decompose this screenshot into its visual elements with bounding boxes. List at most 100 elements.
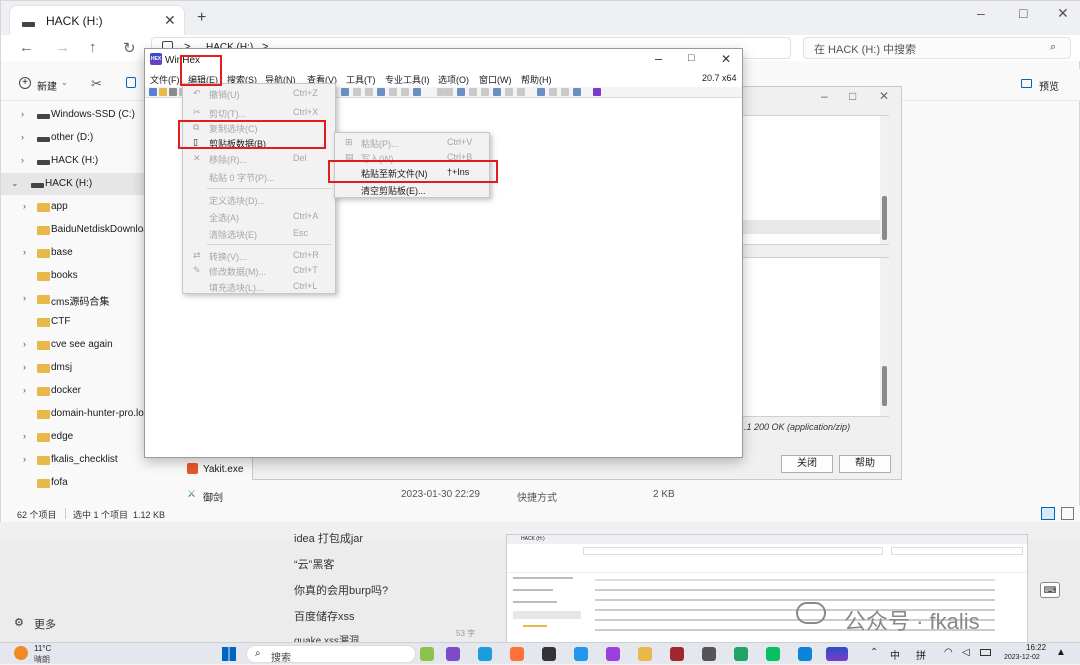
chevron-right-icon[interactable]: › — [23, 339, 26, 349]
toolbar-icon[interactable] — [169, 88, 177, 96]
weather-icon[interactable] — [14, 646, 28, 660]
winhex-menu-item[interactable]: 窗口(W) — [479, 73, 512, 86]
chevron-right-icon[interactable]: › — [21, 132, 24, 142]
winhex-close-button[interactable]: ✕ — [721, 52, 731, 66]
dialog-minimize-button[interactable]: – — [821, 89, 828, 103]
article-link[interactable]: “云”黑客 — [294, 556, 334, 572]
firefox-icon[interactable] — [510, 647, 524, 661]
app-icon[interactable] — [420, 647, 434, 661]
clock-time[interactable]: 16:22 — [1026, 643, 1046, 652]
toolbar-icon[interactable] — [493, 88, 501, 96]
cut-icon[interactable]: ✂ — [91, 76, 102, 92]
close-tab-icon[interactable]: ✕ — [164, 12, 176, 29]
scrollbar-thumb[interactable] — [882, 366, 887, 406]
article-link[interactable]: 你真的会用burp吗? — [294, 582, 388, 598]
edge-icon[interactable] — [478, 647, 492, 661]
scrollbar-thumb[interactable] — [882, 196, 887, 240]
tiles-view-icon[interactable] — [1061, 507, 1074, 520]
keyboard-icon[interactable]: ⌨ — [1040, 582, 1060, 598]
toolbar-icon[interactable] — [505, 88, 513, 96]
docker-icon[interactable] — [574, 647, 588, 661]
toolbar-icon[interactable] — [365, 88, 373, 96]
chevron-right-icon[interactable]: › — [21, 155, 24, 165]
chevron-right-icon[interactable]: › — [23, 385, 26, 395]
clipboard-menu-item[interactable]: ⊞ 粘贴(P)... Ctrl+V — [335, 134, 489, 150]
chevron-up-icon[interactable]: ⌃ — [870, 647, 878, 658]
forward-arrow-icon[interactable]: → — [55, 39, 70, 56]
winhex-menu-item[interactable]: 专业工具(I) — [385, 73, 430, 86]
taskbar-search[interactable]: ⌕ 搜索 — [246, 645, 416, 664]
toolbar-icon[interactable] — [561, 88, 569, 96]
copy-icon[interactable] — [126, 77, 136, 88]
settings-icon[interactable]: ⚙ — [14, 616, 24, 629]
chevron-right-icon[interactable]: › — [23, 454, 26, 464]
close-button[interactable]: ✕ — [1057, 5, 1069, 22]
weather-temp[interactable]: 11°C — [34, 644, 51, 653]
toolbar-icon[interactable] — [517, 88, 525, 96]
back-arrow-icon[interactable]: ← — [19, 39, 34, 56]
chevron-right-icon[interactable]: › — [23, 293, 26, 303]
toolbar-icon[interactable] — [437, 88, 445, 96]
winhex-menu-item[interactable]: 帮助(H) — [521, 73, 552, 86]
winhex-menu-item[interactable]: 文件(F) — [150, 73, 180, 86]
app-icon[interactable] — [702, 647, 716, 661]
new-tab-button[interactable]: + — [197, 9, 206, 27]
toolbar-icon[interactable] — [445, 88, 453, 96]
winrar-icon[interactable] — [670, 647, 684, 661]
toolbar-icon[interactable] — [481, 88, 489, 96]
scrollbar[interactable] — [880, 116, 889, 244]
toolbar-icon[interactable] — [413, 88, 421, 96]
edit-menu-item[interactable]: ✂ 剪切(T)... Ctrl+X — [183, 104, 335, 120]
edit-menu-item[interactable]: 清除选块(E) Esc — [183, 225, 335, 241]
dialog-close-button[interactable]: ✕ — [879, 89, 889, 103]
toolbar-icon[interactable] — [573, 88, 581, 96]
wifi-icon[interactable]: ◠ — [944, 647, 953, 658]
toolbar-icon[interactable] — [389, 88, 397, 96]
close-dialog-button[interactable]: 关闭 — [781, 455, 833, 473]
dialog-maximize-button[interactable]: □ — [849, 89, 856, 103]
edit-menu-item[interactable]: 全选(A) Ctrl+A — [183, 208, 335, 224]
weather-desc[interactable]: 晴朗 — [34, 654, 50, 665]
toolbar-icon[interactable] — [549, 88, 557, 96]
app-icon[interactable] — [798, 647, 812, 661]
winhex-menu-item[interactable]: 工具(T) — [346, 73, 376, 86]
edit-menu-item[interactable]: 定义选块(D)... — [183, 191, 335, 207]
toolbar-icon[interactable] — [593, 88, 601, 96]
edit-menu-item[interactable]: ↶ 撤销(U) Ctrl+Z — [183, 85, 335, 101]
ime-pinyin[interactable]: 拼 — [916, 647, 926, 662]
toolbar-icon[interactable] — [353, 88, 361, 96]
refresh-icon[interactable]: ↻ — [123, 39, 136, 57]
edit-menu-item[interactable]: 粘贴 0 字节(P)... — [183, 168, 335, 184]
toolbar-icon[interactable] — [149, 88, 157, 96]
article-link[interactable]: idea 打包成jar — [294, 530, 363, 546]
more-link[interactable]: 更多 — [34, 616, 56, 632]
edit-menu-item[interactable]: ⇄ 转换(V)... Ctrl+R — [183, 247, 335, 263]
chevron-down-icon[interactable]: ⌄ — [11, 178, 19, 189]
app-icon[interactable] — [606, 647, 620, 661]
notification-bell-icon[interactable]: ▲ — [1056, 647, 1066, 658]
toolbar-icon[interactable] — [537, 88, 545, 96]
winhex-menu-item[interactable]: 选项(O) — [438, 73, 469, 86]
minimize-button[interactable]: – — [977, 5, 985, 21]
ime-mode[interactable]: 中 — [890, 647, 900, 662]
toolbar-icon[interactable] — [457, 88, 465, 96]
wechat-icon[interactable] — [766, 647, 780, 661]
clipboard-menu-item[interactable]: 清空剪贴板(E)... — [335, 181, 489, 197]
toolbar-icon[interactable] — [341, 88, 349, 96]
visual-studio-icon[interactable] — [446, 647, 460, 661]
sidebar-item[interactable]: fofa — [1, 472, 179, 494]
file-row[interactable]: ⚔ 御剑 2023-01-30 22:29 快捷方式 2 KB — [185, 485, 1065, 505]
article-link[interactable]: 百度储存xss — [294, 608, 355, 624]
edit-menu-item[interactable]: ✎ 修改数据(M)... Ctrl+T — [183, 262, 335, 278]
chevron-right-icon[interactable]: › — [23, 201, 26, 211]
up-arrow-icon[interactable]: ↑ — [89, 39, 97, 56]
chevron-right-icon[interactable]: › — [23, 362, 26, 372]
scrollbar[interactable] — [880, 258, 889, 416]
help-button[interactable]: 帮助 — [839, 455, 891, 473]
chevron-right-icon[interactable]: › — [23, 247, 26, 257]
edit-menu-item[interactable]: ✕ 移除(R)... Del — [183, 150, 335, 166]
toolbar-icon[interactable] — [377, 88, 385, 96]
winhex-maximize-button[interactable]: □ — [688, 52, 695, 64]
app-icon[interactable] — [734, 647, 748, 661]
volume-icon[interactable]: ◁ — [962, 647, 970, 658]
